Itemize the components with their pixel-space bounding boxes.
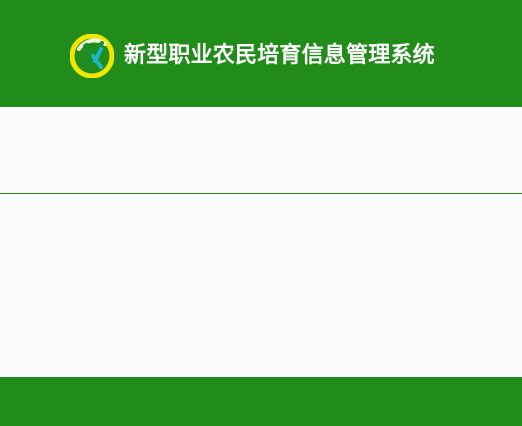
system-title: 新型职业农民培育信息管理系统 [124, 43, 435, 68]
upper-content-area [0, 107, 522, 193]
green-yellow-circular-person-logo-icon [70, 34, 114, 78]
brand-area: 新型职业农民培育信息管理系统 [70, 33, 435, 79]
footer-bar [0, 377, 522, 426]
main-content-area [0, 194, 522, 377]
app-window: 新型职业农民培育信息管理系统 [0, 0, 522, 426]
header-bar: 新型职业农民培育信息管理系统 [0, 0, 522, 107]
